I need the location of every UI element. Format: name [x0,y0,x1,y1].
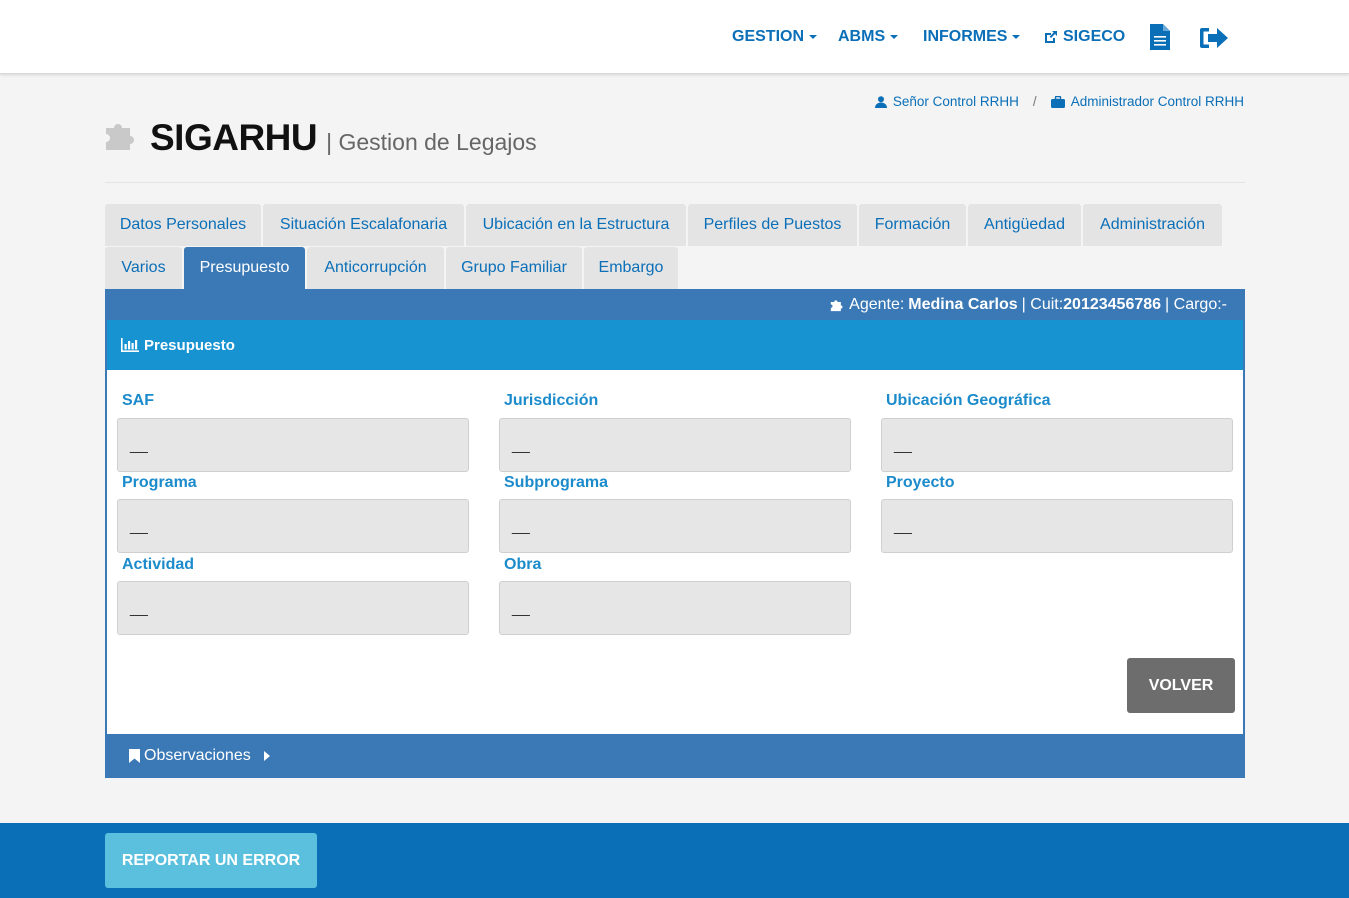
nav-sigeco-label: SIGECO [1063,28,1126,45]
tab-antiguedad[interactable]: Antigüedad [968,204,1081,246]
actividad-field[interactable]: __ [117,581,469,635]
ubicacion-geografica-field[interactable]: __ [881,418,1233,472]
nav-gestion[interactable]: GESTION [732,28,818,46]
proyecto-label: Proyecto [886,474,955,491]
tab-embargo[interactable]: Embargo [584,247,678,289]
agent-info-bar: Agente: Medina Carlos | Cuit: 20123456786… [105,289,1245,320]
footer: REPORTAR UN ERROR [0,823,1349,898]
user-name[interactable]: Señor Control RRHH [893,94,1019,109]
saf-field[interactable]: __ [117,418,469,472]
caret-down-icon [890,35,899,39]
breadcrumb-separator: / [1032,94,1037,109]
tab-administracion[interactable]: Administración [1083,204,1222,246]
bookmark-icon [129,749,140,763]
tab-datos-personales[interactable]: Datos Personales [105,204,261,246]
user-icon [874,95,887,108]
programa-field[interactable]: __ [117,499,469,553]
presupuesto-panel: Presupuesto SAF __ Jurisdicción __ Ubica… [105,320,1245,734]
user-role[interactable]: Administrador Control RRHH [1071,94,1244,109]
file-text-icon[interactable] [1150,24,1170,55]
nav-abms-label: ABMS [838,28,886,45]
nav-gestion-label: GESTION [732,28,805,45]
nav-informes-label: INFORMES [923,28,1008,45]
puzzle-icon [830,300,843,312]
volver-button[interactable]: VOLVER [1127,658,1235,713]
tab-formacion[interactable]: Formación [859,204,966,246]
proyecto-field[interactable]: __ [881,499,1233,553]
cuit-value: 20123456786 [1063,295,1162,313]
app-title: SIGARHU [150,117,318,158]
nav-sigeco[interactable]: SIGECO [1043,28,1125,46]
tab-grupo-familiar[interactable]: Grupo Familiar [446,247,582,289]
header-divider [105,182,1245,183]
ubicacion-geografica-label: Ubicación Geográfica [886,392,1051,409]
sign-out-icon[interactable] [1199,26,1229,55]
tab-perfiles-puestos[interactable]: Perfiles de Puestos [688,204,857,246]
tab-anticorrupcion[interactable]: Anticorrupción [307,247,444,289]
bar-chart-icon [121,338,139,352]
observaciones-toggle[interactable]: Observaciones [105,734,1245,778]
observaciones-label: Observaciones [144,747,251,764]
nav-abms[interactable]: ABMS [838,28,899,46]
agent-name: Medina Carlos [908,295,1018,313]
agent-label: Agente: [849,295,905,313]
caret-right-icon [263,751,270,761]
tab-presupuesto[interactable]: Presupuesto [184,247,305,289]
jurisdiccion-label: Jurisdicción [504,392,599,409]
panel-header: Presupuesto [107,320,1243,370]
subprograma-label: Subprograma [504,474,609,491]
cuit-label: | Cuit: [1021,295,1064,313]
obra-label: Obra [504,556,542,573]
saf-label: SAF [122,392,154,409]
actividad-label: Actividad [122,556,195,573]
cargo-label: | Cargo:- [1165,295,1227,313]
obra-field[interactable]: __ [499,581,851,635]
report-error-button[interactable]: REPORTAR UN ERROR [105,833,317,888]
caret-down-icon [1012,35,1021,39]
app-subtitle: | Gestion de Legajos [326,129,537,155]
tab-situacion-escalafonaria[interactable]: Situación Escalafonaria [263,204,464,246]
user-breadcrumb: Señor Control RRHH / Administrador Contr… [874,94,1244,109]
page-title: SIGARHU | Gestion de Legajos [104,114,537,159]
subprograma-field[interactable]: __ [499,499,851,553]
tab-ubicacion-estructura[interactable]: Ubicación en la Estructura [466,204,686,246]
panel-title: Presupuesto [144,336,235,354]
top-navbar: GESTION ABMS INFORMES SIGECO [0,0,1349,74]
jurisdiccion-field[interactable]: __ [499,418,851,472]
tab-varios[interactable]: Varios [105,247,182,289]
programa-label: Programa [122,474,197,491]
briefcase-icon [1050,95,1065,108]
nav-informes[interactable]: INFORMES [923,28,1021,46]
caret-down-icon [809,35,818,39]
external-link-icon [1045,31,1057,43]
puzzle-icon [106,124,134,150]
